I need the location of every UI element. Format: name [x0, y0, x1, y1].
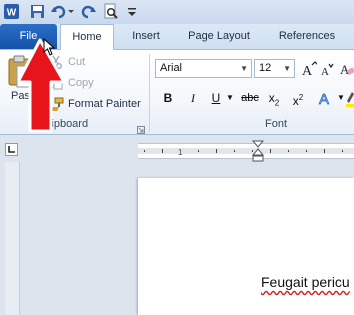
chevron-down-icon[interactable]: ▼ [240, 60, 248, 77]
svg-text:A: A [319, 91, 329, 107]
svg-text:W: W [7, 8, 17, 19]
font-size-value: 12 [259, 62, 272, 74]
horizontal-ruler[interactable]: 1 [138, 143, 354, 159]
strikethrough-button[interactable]: abc [240, 89, 260, 107]
shrink-font-icon[interactable]: A [320, 62, 334, 78]
word-logo-icon[interactable]: W [3, 3, 20, 20]
quick-access-toolbar: W [0, 0, 354, 24]
svg-text:A: A [340, 62, 350, 77]
font-size-combo[interactable]: 12 ▼ [254, 59, 295, 78]
indent-marker-icon[interactable] [251, 140, 265, 162]
font-name-combo[interactable]: Arial ▼ [155, 59, 252, 78]
cut-button[interactable]: Cut [68, 56, 85, 68]
copy-button[interactable]: Copy [68, 77, 94, 89]
document-text[interactable]: Feugait pericu [261, 274, 350, 290]
mouse-cursor-icon [43, 37, 56, 56]
highlight-color-icon[interactable] [346, 89, 354, 107]
dialog-launcher-icon[interactable] [137, 121, 145, 134]
italic-button[interactable]: I [185, 89, 201, 107]
undo-icon[interactable] [50, 3, 67, 20]
svg-text:A: A [302, 64, 313, 77]
svg-text:A: A [321, 66, 329, 77]
vertical-ruler [5, 162, 20, 315]
customize-qat-icon[interactable] [126, 3, 138, 20]
underline-button[interactable]: U [208, 89, 224, 107]
svg-text:1: 1 [178, 148, 183, 157]
grow-font-icon[interactable]: A [301, 60, 319, 79]
font-group-label: Font [265, 118, 288, 130]
subscript-button[interactable]: x2 [265, 89, 283, 107]
clear-formatting-icon[interactable]: A [339, 60, 354, 77]
tab-page-layout[interactable]: Page Layout [181, 24, 257, 49]
font-name-value: Arial [160, 62, 183, 74]
text-effects-icon[interactable]: A [318, 89, 336, 109]
save-icon[interactable] [29, 3, 46, 20]
document-page[interactable] [138, 178, 354, 315]
bold-button[interactable]: B [160, 89, 176, 107]
superscript-button[interactable]: x2 [289, 89, 307, 108]
chevron-down-icon[interactable]: ▼ [283, 60, 291, 77]
tab-selector-icon[interactable] [5, 143, 18, 156]
undo-dropdown-icon[interactable] [66, 3, 76, 20]
print-preview-icon[interactable] [102, 3, 119, 20]
redo-icon[interactable] [80, 3, 97, 20]
tab-home[interactable]: Home [60, 24, 114, 50]
group-separator [149, 54, 150, 132]
format-painter-button[interactable]: Format Painter [68, 98, 141, 110]
chevron-down-icon[interactable]: ▼ [226, 89, 234, 107]
tab-insert[interactable]: Insert [125, 24, 167, 49]
tab-references[interactable]: References [272, 24, 342, 49]
chevron-down-icon[interactable]: ▼ [337, 89, 345, 107]
